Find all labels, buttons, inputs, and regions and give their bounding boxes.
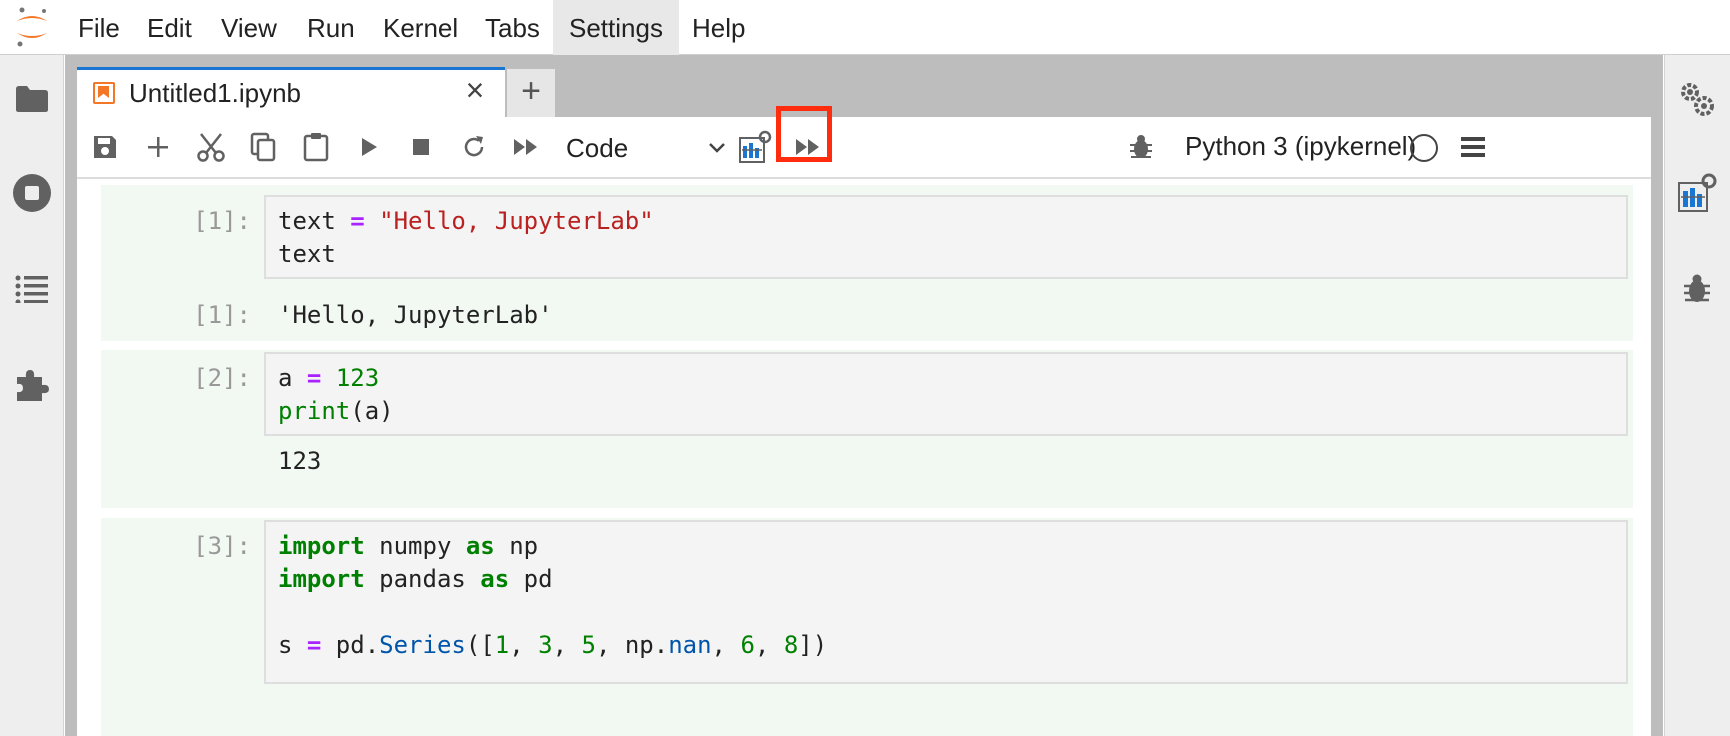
menu-bar: File Edit View Run Kernel Tabs Settings …	[0, 0, 1730, 55]
tab-title: Untitled1.ipynb	[129, 78, 301, 108]
code-line: s = pd.Series([1, 3, 5, np.nan, 6, 8])	[278, 631, 828, 659]
code-cell[interactable]: [1]: text = "Hello, JupyterLab" text [1]…	[101, 185, 1633, 341]
cut-icon[interactable]	[193, 129, 229, 165]
cell-editor[interactable]: text = "Hello, JupyterLab" text	[264, 195, 1628, 279]
tab-close-icon[interactable]: ×	[460, 74, 490, 106]
debugger-bug-icon[interactable]	[1123, 129, 1159, 165]
menu-tabs[interactable]: Tabs	[469, 0, 556, 55]
notebook-toolbar: Code Python 3 (ipykernel)	[77, 117, 1651, 179]
cell-output: 123	[278, 447, 322, 475]
restart-kernel-icon[interactable]	[456, 129, 492, 165]
menu-settings[interactable]: Settings	[553, 0, 679, 55]
extension-puzzle-icon[interactable]	[12, 365, 52, 405]
output-prompt: [1]:	[193, 301, 251, 329]
table-of-contents-icon[interactable]	[12, 269, 52, 309]
code-line: text = "Hello, JupyterLab"	[278, 207, 654, 235]
kernel-status-indicator	[1410, 134, 1438, 162]
add-cell-icon[interactable]	[140, 129, 176, 165]
paste-icon[interactable]	[298, 129, 334, 165]
property-inspector-gears-icon[interactable]	[1677, 79, 1717, 119]
cell-type-value: Code	[566, 133, 629, 163]
debugger-sidebar-icon[interactable]	[1677, 269, 1717, 309]
running-kernels-icon[interactable]	[12, 173, 52, 213]
notebook-tab[interactable]: Untitled1.ipynb ×	[77, 67, 505, 117]
code-cell[interactable]: [2]: a = 123 print(a) 123	[101, 350, 1633, 508]
interrupt-kernel-icon[interactable]	[403, 129, 439, 165]
cell-editor[interactable]: a = 123 print(a)	[264, 352, 1628, 436]
notebook-panel: [1]: text = "Hello, JupyterLab" text [1]…	[77, 179, 1651, 736]
menu-file[interactable]: File	[62, 0, 136, 55]
notebook-icon	[93, 82, 115, 104]
code-line: text	[278, 240, 336, 268]
menu-kernel[interactable]: Kernel	[367, 0, 474, 55]
new-launcher-button[interactable]: +	[507, 69, 555, 117]
right-sidebar	[1664, 55, 1730, 736]
cell-type-dropdown[interactable]: Code	[560, 129, 730, 167]
highlight-annotation	[776, 106, 832, 162]
code-line: import numpy as np	[278, 532, 539, 560]
code-line: a = 123	[278, 364, 380, 392]
menu-run[interactable]: Run	[291, 0, 371, 55]
input-prompt: [1]:	[193, 207, 251, 235]
menu-edit[interactable]: Edit	[131, 0, 208, 55]
cell-output: 'Hello, JupyterLab'	[278, 301, 553, 329]
cell-editor[interactable]: import numpy as np import pandas as pd s…	[264, 520, 1628, 684]
property-inspector-icon[interactable]	[737, 129, 773, 165]
restart-run-all-icon[interactable]	[508, 129, 544, 165]
folder-icon[interactable]	[12, 79, 52, 119]
left-sidebar	[0, 55, 64, 736]
save-icon[interactable]	[87, 129, 123, 165]
code-line: print(a)	[278, 397, 394, 425]
run-cell-icon[interactable]	[351, 129, 387, 165]
menu-view[interactable]: View	[205, 0, 293, 55]
kernel-name-button[interactable]: Python 3 (ipykernel)	[1185, 131, 1416, 162]
input-prompt: [3]:	[193, 532, 251, 560]
menu-hamburger-icon[interactable]	[1455, 129, 1491, 165]
menu-help[interactable]: Help	[676, 0, 761, 55]
copy-icon[interactable]	[245, 129, 281, 165]
code-cell[interactable]: [3]: import numpy as np import pandas as…	[101, 518, 1633, 736]
jupyter-logo-icon[interactable]	[14, 6, 50, 48]
main-dock-area: Untitled1.ipynb × + Code Python 3 (ipyke…	[65, 55, 1663, 736]
input-prompt: [2]:	[193, 364, 251, 392]
notebook-tools-icon[interactable]	[1677, 173, 1717, 213]
code-line: import pandas as pd	[278, 565, 553, 593]
chevron-down-icon	[708, 129, 726, 180]
